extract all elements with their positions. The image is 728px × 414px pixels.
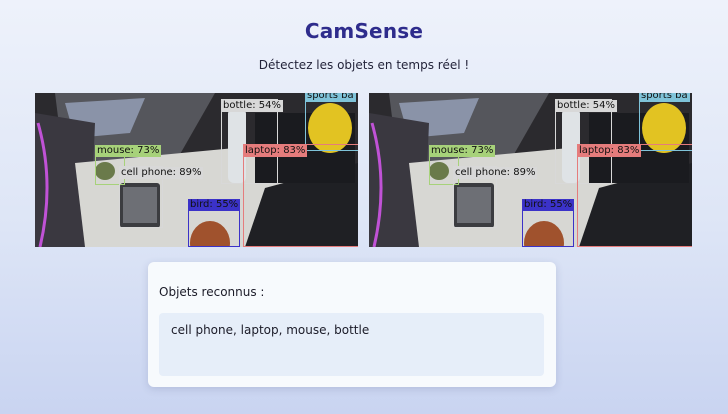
detection-label-bottle: bottle: 54% (221, 100, 284, 112)
detection-label-laptop: laptop: 83% (577, 145, 642, 157)
results-card: Objets reconnus : cell phone, laptop, mo… (148, 262, 556, 387)
detection-label-sports-ball: sports ba (305, 93, 356, 102)
detection-label-bird: bird: 55% (188, 199, 241, 211)
detection-label-laptop: laptop: 83% (243, 145, 308, 157)
page-subtitle: Détectez les objets en temps réel ! (258, 58, 470, 72)
results-value: cell phone, laptop, mouse, bottle (171, 323, 370, 337)
detection-label-mouse: mouse: 73% (95, 145, 162, 157)
detection-label-cell-phone: cell phone: 89% (453, 167, 538, 179)
detection-box-laptop (577, 144, 692, 247)
detection-label-bird: bird: 55% (522, 199, 575, 211)
detection-label-mouse: mouse: 73% (429, 145, 496, 157)
page-title: CamSense (304, 19, 424, 43)
detection-label-bottle: bottle: 54% (555, 100, 618, 112)
detection-box-laptop (243, 144, 358, 247)
results-heading: Objets reconnus : (159, 285, 265, 299)
detection-label-sports-ball: sports ba (639, 93, 690, 102)
detection-label-cell-phone: cell phone: 89% (119, 167, 204, 179)
camera-feed-original: bottle: 54% sports ba mouse: 73% laptop:… (35, 93, 358, 247)
results-box: cell phone, laptop, mouse, bottle (159, 313, 544, 376)
camera-feed-annotated: bottle: 54% sports ba mouse: 73% laptop:… (369, 93, 692, 247)
